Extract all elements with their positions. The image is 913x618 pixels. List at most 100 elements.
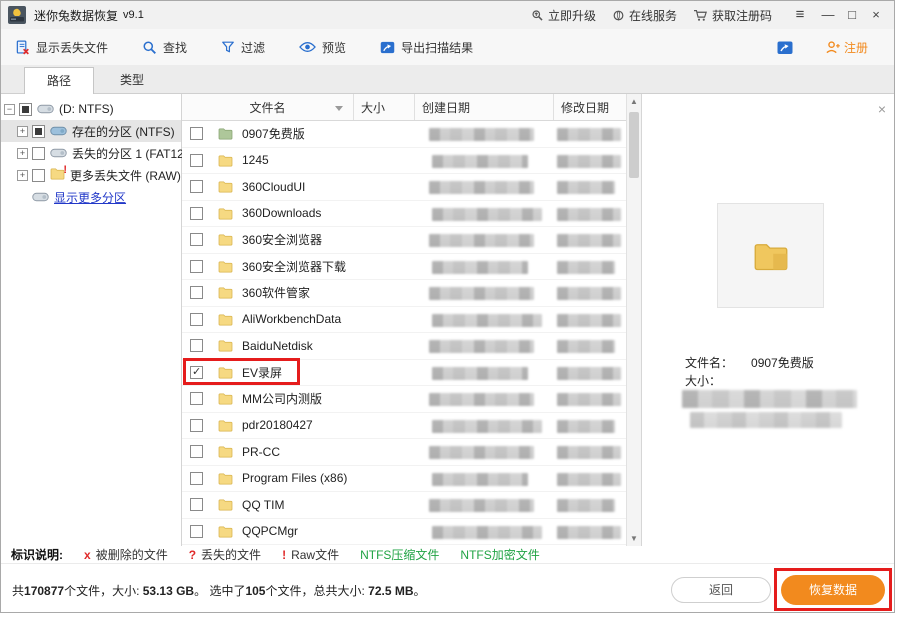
collapse-icon[interactable]: − bbox=[4, 104, 15, 115]
tool-preview[interactable]: 预览 bbox=[299, 39, 346, 56]
file-name: 360安全浏览器 bbox=[242, 231, 322, 248]
file-checkbox[interactable] bbox=[190, 366, 203, 379]
app-logo-icon bbox=[8, 6, 26, 24]
column-header-size[interactable]: 大小 bbox=[353, 94, 414, 120]
close-button[interactable]: × bbox=[864, 1, 888, 29]
tree-node[interactable]: − (D: NTFS) bbox=[1, 98, 181, 120]
scroll-up-icon[interactable]: ▲ bbox=[627, 97, 641, 106]
legend-symbol: ! bbox=[282, 548, 286, 562]
column-header-created[interactable]: 创建日期 bbox=[414, 94, 553, 120]
register-label: 注册 bbox=[844, 39, 868, 56]
column-header-modified[interactable]: 修改日期 bbox=[553, 94, 626, 120]
file-checkbox[interactable] bbox=[190, 154, 203, 167]
scrollbar[interactable]: ▲ ▼ bbox=[626, 94, 641, 546]
file-checkbox[interactable] bbox=[190, 127, 203, 140]
menu-icon[interactable]: ≡ bbox=[788, 1, 812, 29]
file-row[interactable]: EV录屏 bbox=[182, 360, 626, 387]
maximize-button[interactable]: □ bbox=[840, 1, 864, 29]
tree-checkbox[interactable] bbox=[19, 103, 32, 116]
tool-show-lost-files[interactable]: 显示丢失文件 bbox=[15, 39, 108, 56]
tree-node-label[interactable]: 显示更多分区 bbox=[54, 189, 126, 206]
legend-lost: ?丢失的文件 bbox=[189, 546, 261, 563]
tree-checkbox[interactable] bbox=[32, 125, 45, 138]
blurred-created-date bbox=[432, 526, 542, 539]
file-row[interactable]: 360软件管家 bbox=[182, 280, 626, 307]
tab-path[interactable]: 路径 bbox=[24, 67, 94, 94]
back-button[interactable]: 返回 bbox=[671, 577, 771, 603]
file-row[interactable]: QQPCMgr bbox=[182, 519, 626, 546]
tree-node-label: (D: NTFS) bbox=[59, 102, 114, 116]
file-row[interactable]: 360CloudUI bbox=[182, 174, 626, 201]
minimize-button[interactable]: — bbox=[816, 1, 840, 29]
file-row[interactable]: BaiduNetdisk bbox=[182, 333, 626, 360]
file-checkbox[interactable] bbox=[190, 180, 203, 193]
file-row[interactable]: AliWorkbenchData bbox=[182, 307, 626, 334]
scroll-down-icon[interactable]: ▼ bbox=[627, 534, 641, 543]
file-row[interactable]: 0907免费版 bbox=[182, 121, 626, 148]
file-checkbox[interactable] bbox=[190, 525, 203, 538]
folder-icon bbox=[218, 445, 233, 458]
folder-icon bbox=[218, 366, 233, 379]
tool-export-results[interactable]: 导出扫描结果 bbox=[380, 39, 473, 56]
file-checkbox[interactable] bbox=[190, 498, 203, 511]
legend-label: Raw文件 bbox=[291, 546, 339, 563]
titlebar-action-online-service[interactable]: 在线服务 bbox=[612, 7, 677, 24]
expand-icon[interactable]: + bbox=[17, 148, 28, 159]
file-row[interactable]: 360安全浏览器 bbox=[182, 227, 626, 254]
tree-node-label: 存在的分区 (NTFS) bbox=[72, 123, 175, 140]
file-checkbox[interactable] bbox=[190, 339, 203, 352]
tree-node-label: 更多丢失文件 (RAW) bbox=[70, 167, 181, 184]
file-row[interactable]: 360安全浏览器下载 bbox=[182, 254, 626, 281]
file-row[interactable]: 1245 bbox=[182, 148, 626, 175]
file-checkbox[interactable] bbox=[190, 392, 203, 405]
titlebar-action-get-license[interactable]: 获取注册码 bbox=[693, 7, 772, 24]
tree-node[interactable]: +!更多丢失文件 (RAW) bbox=[1, 164, 181, 186]
tab-type[interactable]: 类型 bbox=[97, 68, 167, 93]
tree-checkbox[interactable] bbox=[32, 147, 45, 160]
expand-icon[interactable]: + bbox=[17, 126, 28, 137]
scrollbar-thumb[interactable] bbox=[629, 112, 639, 178]
window-title: 迷你兔数据恢复 bbox=[34, 7, 118, 24]
preview-close-icon[interactable]: × bbox=[878, 101, 886, 117]
file-checkbox[interactable] bbox=[190, 445, 203, 458]
tree-node[interactable]: +丢失的分区 1 (FAT12) bbox=[1, 142, 181, 164]
file-row[interactable]: PR-CC bbox=[182, 439, 626, 466]
partition-tree: −(D: NTFS)+存在的分区 (NTFS)+丢失的分区 1 (FAT12)+… bbox=[1, 94, 182, 546]
blurred-modified-date bbox=[557, 420, 615, 433]
legend-bar: 标识说明: x被删除的文件?丢失的文件!Raw文件NTFS压缩文件NTFS加密文… bbox=[1, 546, 894, 563]
tree-checkbox[interactable] bbox=[32, 169, 45, 182]
status-segment: 53.13 GB bbox=[143, 584, 194, 598]
column-header-filename[interactable]: 文件名 bbox=[182, 94, 353, 120]
status-segment: 。 bbox=[414, 584, 426, 598]
tool-search[interactable]: 查找 bbox=[142, 39, 187, 56]
file-checkbox[interactable] bbox=[190, 260, 203, 273]
file-row[interactable]: Program Files (x86) bbox=[182, 466, 626, 493]
tree-node[interactable]: + 存在的分区 (NTFS) bbox=[1, 120, 181, 142]
file-checkbox[interactable] bbox=[190, 286, 203, 299]
file-checkbox[interactable] bbox=[190, 313, 203, 326]
file-checkbox[interactable] bbox=[190, 419, 203, 432]
tree-node[interactable]: 显示更多分区 bbox=[1, 186, 181, 208]
file-row[interactable]: pdr20180427 bbox=[182, 413, 626, 440]
titlebar-action-upgrade[interactable]: 立即升级 bbox=[531, 7, 596, 24]
file-row[interactable]: QQ TIM bbox=[182, 492, 626, 519]
disk-icon bbox=[32, 192, 49, 202]
legend-label: NTFS压缩文件 bbox=[360, 546, 439, 563]
recover-data-button[interactable]: 恢复数据 bbox=[781, 575, 885, 605]
tool-label: 过滤 bbox=[241, 39, 265, 56]
file-name: pdr20180427 bbox=[242, 418, 313, 432]
sort-desc-icon bbox=[335, 106, 343, 111]
file-row[interactable]: 360Downloads bbox=[182, 201, 626, 228]
folder-icon bbox=[218, 472, 233, 485]
share-icon[interactable] bbox=[777, 40, 793, 55]
expand-icon[interactable]: + bbox=[17, 170, 28, 181]
tool-filter[interactable]: 过滤 bbox=[221, 39, 265, 56]
file-checkbox[interactable] bbox=[190, 472, 203, 485]
file-checkbox[interactable] bbox=[190, 207, 203, 220]
register-button[interactable]: 注册 bbox=[825, 39, 868, 56]
status-segment: 。 选中了 bbox=[194, 584, 245, 598]
titlebar: 迷你兔数据恢复 v9.1 立即升级在线服务获取注册码 ≡ — □ × bbox=[1, 1, 894, 30]
file-row[interactable]: MM公司内测版 bbox=[182, 386, 626, 413]
preview-thumbnail bbox=[717, 203, 824, 308]
file-checkbox[interactable] bbox=[190, 233, 203, 246]
